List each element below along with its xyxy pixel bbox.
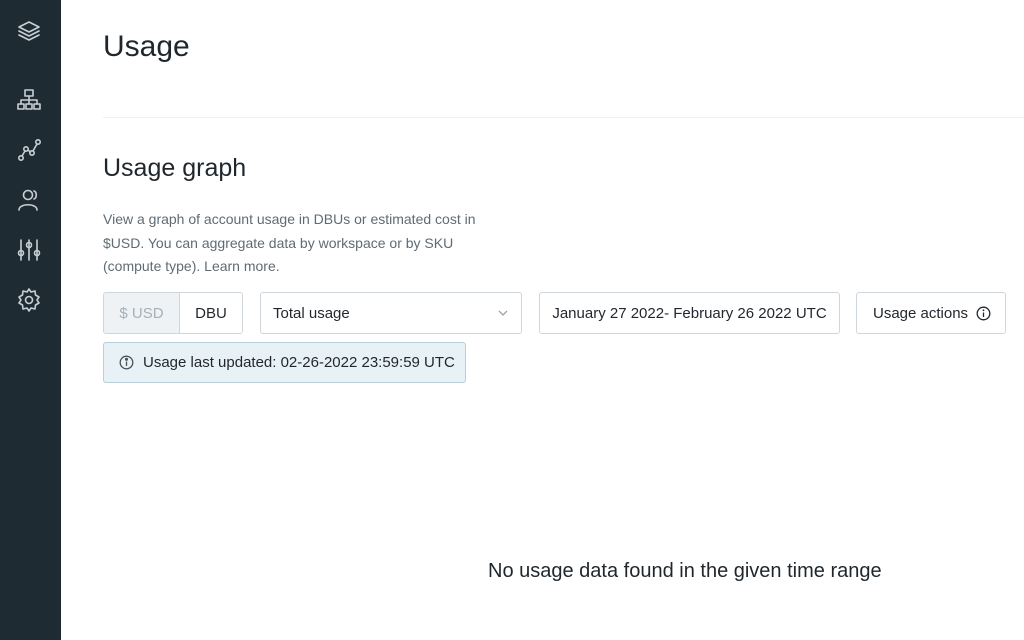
section-description: View a graph of account usage in DBUs or…: [103, 208, 513, 279]
chevron-down-icon: [498, 310, 508, 316]
usage-actions-button[interactable]: Usage actions: [856, 292, 1006, 334]
aggregation-select[interactable]: Total usage: [260, 292, 522, 334]
settings-sliders-icon[interactable]: [14, 235, 44, 265]
info-icon: [119, 355, 134, 370]
empty-state-message: No usage data found in the given time ra…: [488, 560, 882, 582]
divider: [103, 117, 1024, 118]
learn-more-link[interactable]: Learn more.: [204, 258, 279, 274]
usage-actions-label: Usage actions: [873, 304, 969, 322]
info-icon: [976, 306, 991, 320]
aggregation-select-value: Total usage: [273, 304, 350, 322]
usd-toggle-button[interactable]: $ USD: [104, 293, 180, 333]
dbu-toggle-button[interactable]: DBU: [180, 293, 242, 333]
date-range-value: January 27 2022- February 26 2022 UTC: [552, 304, 827, 322]
sidebar: [0, 0, 61, 640]
user-icon[interactable]: [14, 185, 44, 215]
page-title: Usage: [103, 30, 190, 63]
data-icon[interactable]: [14, 135, 44, 165]
layers-icon[interactable]: [14, 16, 44, 46]
usage-updated-banner: Usage last updated: 02-26-2022 23:59:59 …: [103, 342, 466, 383]
banner-text: Usage last updated: 02-26-2022 23:59:59 …: [143, 354, 455, 371]
gear-icon[interactable]: [14, 285, 44, 315]
main-content: Usage Usage graph View a graph of accoun…: [61, 0, 1024, 640]
section-title: Usage graph: [103, 154, 247, 182]
workspaces-icon[interactable]: [14, 85, 44, 115]
date-range-picker[interactable]: January 27 2022- February 26 2022 UTC: [539, 292, 840, 334]
unit-toggle: $ USD DBU: [103, 292, 243, 334]
description-text: View a graph of account usage in DBUs or…: [103, 211, 476, 274]
